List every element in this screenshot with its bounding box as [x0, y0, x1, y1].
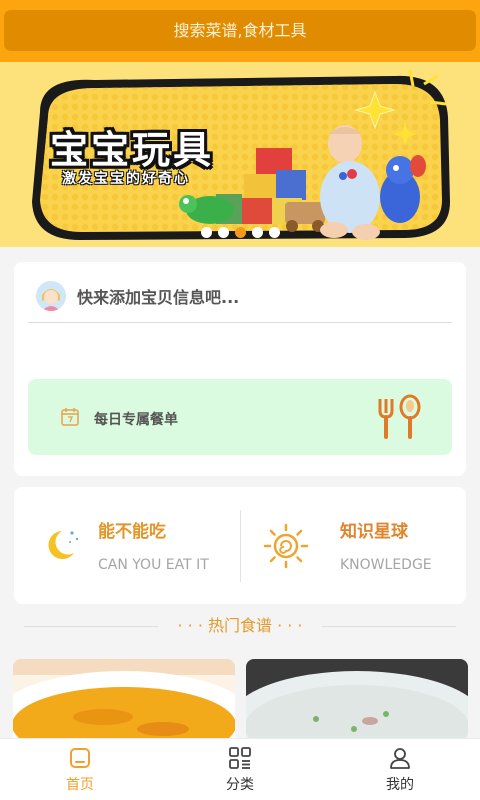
search-input[interactable]: 搜索菜谱,食材工具: [4, 10, 476, 51]
top-bar: 搜索菜谱,食材工具: [0, 0, 480, 62]
tab-category[interactable]: 分类: [160, 739, 320, 800]
carousel-dot[interactable]: [217, 227, 229, 238]
carousel-dot-active[interactable]: [234, 227, 246, 238]
tab-profile[interactable]: 我的: [320, 739, 480, 800]
feature-title: 知识星球: [340, 522, 408, 542]
banner-subtitle: 激发宝宝的好奇心: [62, 171, 190, 187]
recipe-card[interactable]: [246, 659, 468, 739]
user-icon: [390, 748, 410, 769]
banner-title: 宝宝玩具: [50, 128, 215, 172]
calendar-icon: [61, 408, 79, 426]
carousel-dot[interactable]: [268, 227, 280, 238]
carousel-dot[interactable]: [251, 227, 263, 238]
add-baby-info-link[interactable]: 快来添加宝贝信息吧...: [77, 284, 239, 308]
recipe-card[interactable]: [13, 659, 235, 739]
tab-label: 我的: [386, 777, 414, 793]
knowledge-button[interactable]: 知识星球 KNOWLEDGE: [241, 487, 466, 604]
bottom-tab-bar: 首页 分类 我的: [0, 738, 480, 800]
avatar[interactable]: [36, 281, 66, 311]
feature-subtitle: KNOWLEDGE: [340, 557, 432, 573]
divider: [322, 626, 456, 627]
tab-label: 首页: [66, 777, 94, 793]
divider: [28, 322, 452, 323]
category-icon: [229, 747, 251, 769]
tab-label: 分类: [226, 777, 254, 793]
daily-menu-button[interactable]: 每日专属餐单: [28, 379, 452, 455]
recipe-image: [246, 659, 468, 739]
home-icon: [70, 748, 90, 768]
carousel-dot[interactable]: [200, 227, 212, 238]
utensils-icon: [378, 394, 421, 439]
sun-icon: [263, 523, 309, 569]
baby-info-card: 快来添加宝贝信息吧... 每日专属餐单: [14, 262, 466, 476]
tab-home[interactable]: 首页: [0, 739, 160, 800]
banner-carousel[interactable]: 宝宝玩具 激发宝宝的好奇心: [0, 62, 480, 247]
carousel-indicator: [0, 227, 480, 239]
feature-title: 能不能吃: [98, 522, 166, 542]
daily-menu-label: 每日专属餐单: [94, 412, 178, 428]
recipe-image: [13, 659, 235, 739]
can-you-eat-it-button[interactable]: 能不能吃 CAN YOU EAT IT: [14, 487, 240, 604]
feature-subtitle: CAN YOU EAT IT: [98, 557, 209, 573]
feature-card: 能不能吃 CAN YOU EAT IT 知识星球 KNOWLEDGE: [14, 487, 466, 604]
moon-icon: [48, 531, 79, 559]
